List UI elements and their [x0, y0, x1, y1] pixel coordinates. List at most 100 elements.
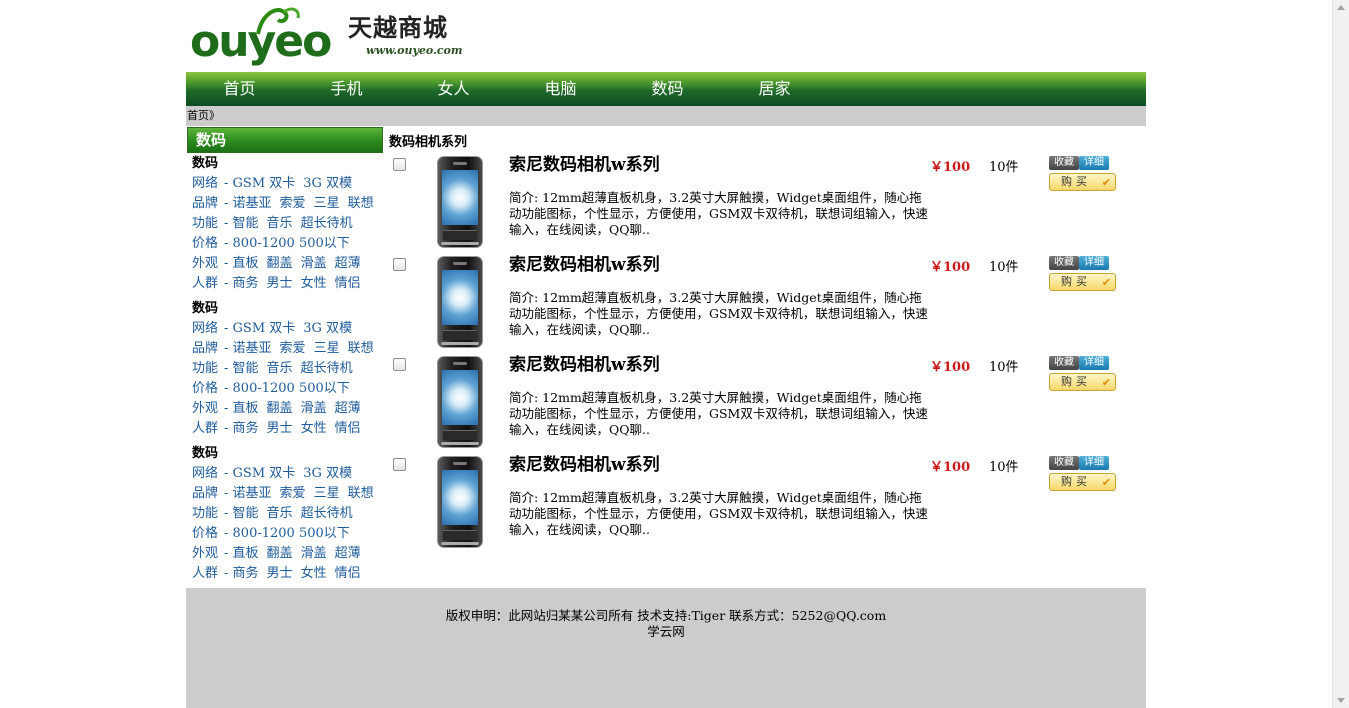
nav-item[interactable]: 手机 — [293, 72, 400, 106]
filter-link[interactable]: 3G 双模 — [303, 466, 352, 481]
product-checkbox[interactable] — [393, 158, 406, 171]
nav-item[interactable]: 首页 — [186, 72, 293, 106]
product-checkbox[interactable] — [393, 358, 406, 371]
filter-key[interactable]: 外观 — [192, 401, 218, 416]
detail-button[interactable]: 详细 — [1079, 156, 1109, 170]
filter-link[interactable]: 超薄 — [335, 401, 361, 416]
filter-link[interactable]: 情侣 — [335, 566, 361, 581]
favorite-button[interactable]: 收藏 — [1049, 456, 1079, 470]
nav-item[interactable]: 居家 — [721, 72, 828, 106]
filter-link[interactable]: 三星 — [314, 341, 340, 356]
filter-link[interactable]: - 直板 — [224, 546, 259, 561]
filter-link[interactable]: 超长待机 — [301, 216, 353, 231]
filter-link[interactable]: 联想 — [348, 341, 374, 356]
product-image[interactable] — [437, 156, 483, 248]
product-name[interactable]: 索尼数码相机w系列 — [509, 354, 660, 376]
filter-link[interactable]: 超薄 — [335, 546, 361, 561]
filter-link[interactable]: - 智能 — [224, 506, 259, 521]
filter-link[interactable]: - 直板 — [224, 256, 259, 271]
buy-button[interactable]: 购买 ✔ — [1049, 273, 1116, 291]
filter-link[interactable]: - 商务 — [224, 421, 259, 436]
product-image[interactable] — [437, 356, 483, 448]
filter-link[interactable]: 音乐 — [267, 361, 293, 376]
filter-link[interactable]: 索爱 — [280, 196, 306, 211]
filter-key[interactable]: 人群 — [192, 566, 218, 581]
product-name[interactable]: 索尼数码相机w系列 — [509, 254, 660, 276]
buy-button[interactable]: 购买 ✔ — [1049, 373, 1116, 391]
filter-key[interactable]: 网络 — [192, 176, 218, 191]
filter-link[interactable]: 3G 双模 — [303, 321, 352, 336]
nav-item[interactable]: 数码 — [614, 72, 721, 106]
filter-link[interactable]: 三星 — [314, 486, 340, 501]
filter-link[interactable]: - 智能 — [224, 216, 259, 231]
filter-link[interactable]: - GSM 双卡 — [224, 321, 295, 336]
filter-link[interactable]: - 800-1200 500以下 — [224, 381, 350, 396]
filter-key[interactable]: 品牌 — [192, 341, 218, 356]
product-name[interactable]: 索尼数码相机w系列 — [509, 154, 660, 176]
filter-link[interactable]: 情侣 — [335, 276, 361, 291]
filter-link[interactable]: 情侣 — [335, 421, 361, 436]
favorite-button[interactable]: 收藏 — [1049, 256, 1079, 270]
scroll-up-icon[interactable] — [1337, 5, 1345, 10]
filter-key[interactable]: 功能 — [192, 216, 218, 231]
filter-link[interactable]: - GSM 双卡 — [224, 176, 295, 191]
filter-link[interactable]: 翻盖 — [267, 401, 293, 416]
filter-link[interactable]: 女性 — [301, 421, 327, 436]
filter-link[interactable]: 男士 — [267, 276, 293, 291]
vertical-scrollbar[interactable] — [1332, 0, 1349, 708]
filter-link[interactable]: - GSM 双卡 — [224, 466, 295, 481]
scroll-down-icon[interactable] — [1337, 698, 1345, 703]
filter-link[interactable]: 超薄 — [335, 256, 361, 271]
detail-button[interactable]: 详细 — [1079, 256, 1109, 270]
filter-key[interactable]: 外观 — [192, 546, 218, 561]
filter-key[interactable]: 人群 — [192, 276, 218, 291]
filter-link[interactable]: 女性 — [301, 276, 327, 291]
buy-button[interactable]: 购买 ✔ — [1049, 473, 1116, 491]
filter-link[interactable]: 联想 — [348, 196, 374, 211]
filter-link[interactable]: 索爱 — [280, 341, 306, 356]
filter-link[interactable]: 女性 — [301, 566, 327, 581]
filter-key[interactable]: 网络 — [192, 321, 218, 336]
filter-link[interactable]: - 商务 — [224, 566, 259, 581]
nav-item[interactable]: 女人 — [400, 72, 507, 106]
site-logo[interactable]: ouyeo 天越商城 www.ouyeo.com — [190, 4, 470, 68]
filter-link[interactable]: 音乐 — [267, 506, 293, 521]
filter-link[interactable]: 滑盖 — [301, 401, 327, 416]
filter-key[interactable]: 外观 — [192, 256, 218, 271]
product-image[interactable] — [437, 256, 483, 348]
footer-link[interactable]: 学云网 — [186, 624, 1146, 640]
filter-link[interactable]: - 诺基亚 — [224, 341, 272, 356]
filter-link[interactable]: 滑盖 — [301, 546, 327, 561]
filter-link[interactable]: - 800-1200 500以下 — [224, 526, 350, 541]
filter-link[interactable]: 超长待机 — [301, 506, 353, 521]
filter-key[interactable]: 网络 — [192, 466, 218, 481]
filter-key[interactable]: 品牌 — [192, 486, 218, 501]
buy-button[interactable]: 购买 ✔ — [1049, 173, 1116, 191]
filter-link[interactable]: - 诺基亚 — [224, 196, 272, 211]
filter-key[interactable]: 品牌 — [192, 196, 218, 211]
nav-item[interactable]: 电脑 — [507, 72, 614, 106]
detail-button[interactable]: 详细 — [1079, 356, 1109, 370]
filter-key[interactable]: 价格 — [192, 236, 218, 251]
product-checkbox[interactable] — [393, 258, 406, 271]
filter-link[interactable]: 男士 — [267, 566, 293, 581]
filter-link[interactable]: 音乐 — [267, 216, 293, 231]
filter-link[interactable]: - 智能 — [224, 361, 259, 376]
filter-link[interactable]: 联想 — [348, 486, 374, 501]
favorite-button[interactable]: 收藏 — [1049, 156, 1079, 170]
detail-button[interactable]: 详细 — [1079, 456, 1109, 470]
filter-link[interactable]: 翻盖 — [267, 546, 293, 561]
product-image[interactable] — [437, 456, 483, 548]
filter-link[interactable]: - 800-1200 500以下 — [224, 236, 350, 251]
filter-link[interactable]: 男士 — [267, 421, 293, 436]
filter-link[interactable]: 翻盖 — [267, 256, 293, 271]
filter-link[interactable]: - 诺基亚 — [224, 486, 272, 501]
filter-key[interactable]: 功能 — [192, 361, 218, 376]
filter-link[interactable]: 索爱 — [280, 486, 306, 501]
filter-link[interactable]: 滑盖 — [301, 256, 327, 271]
filter-link[interactable]: 三星 — [314, 196, 340, 211]
favorite-button[interactable]: 收藏 — [1049, 356, 1079, 370]
product-checkbox[interactable] — [393, 458, 406, 471]
filter-link[interactable]: 超长待机 — [301, 361, 353, 376]
filter-link[interactable]: 3G 双模 — [303, 176, 352, 191]
